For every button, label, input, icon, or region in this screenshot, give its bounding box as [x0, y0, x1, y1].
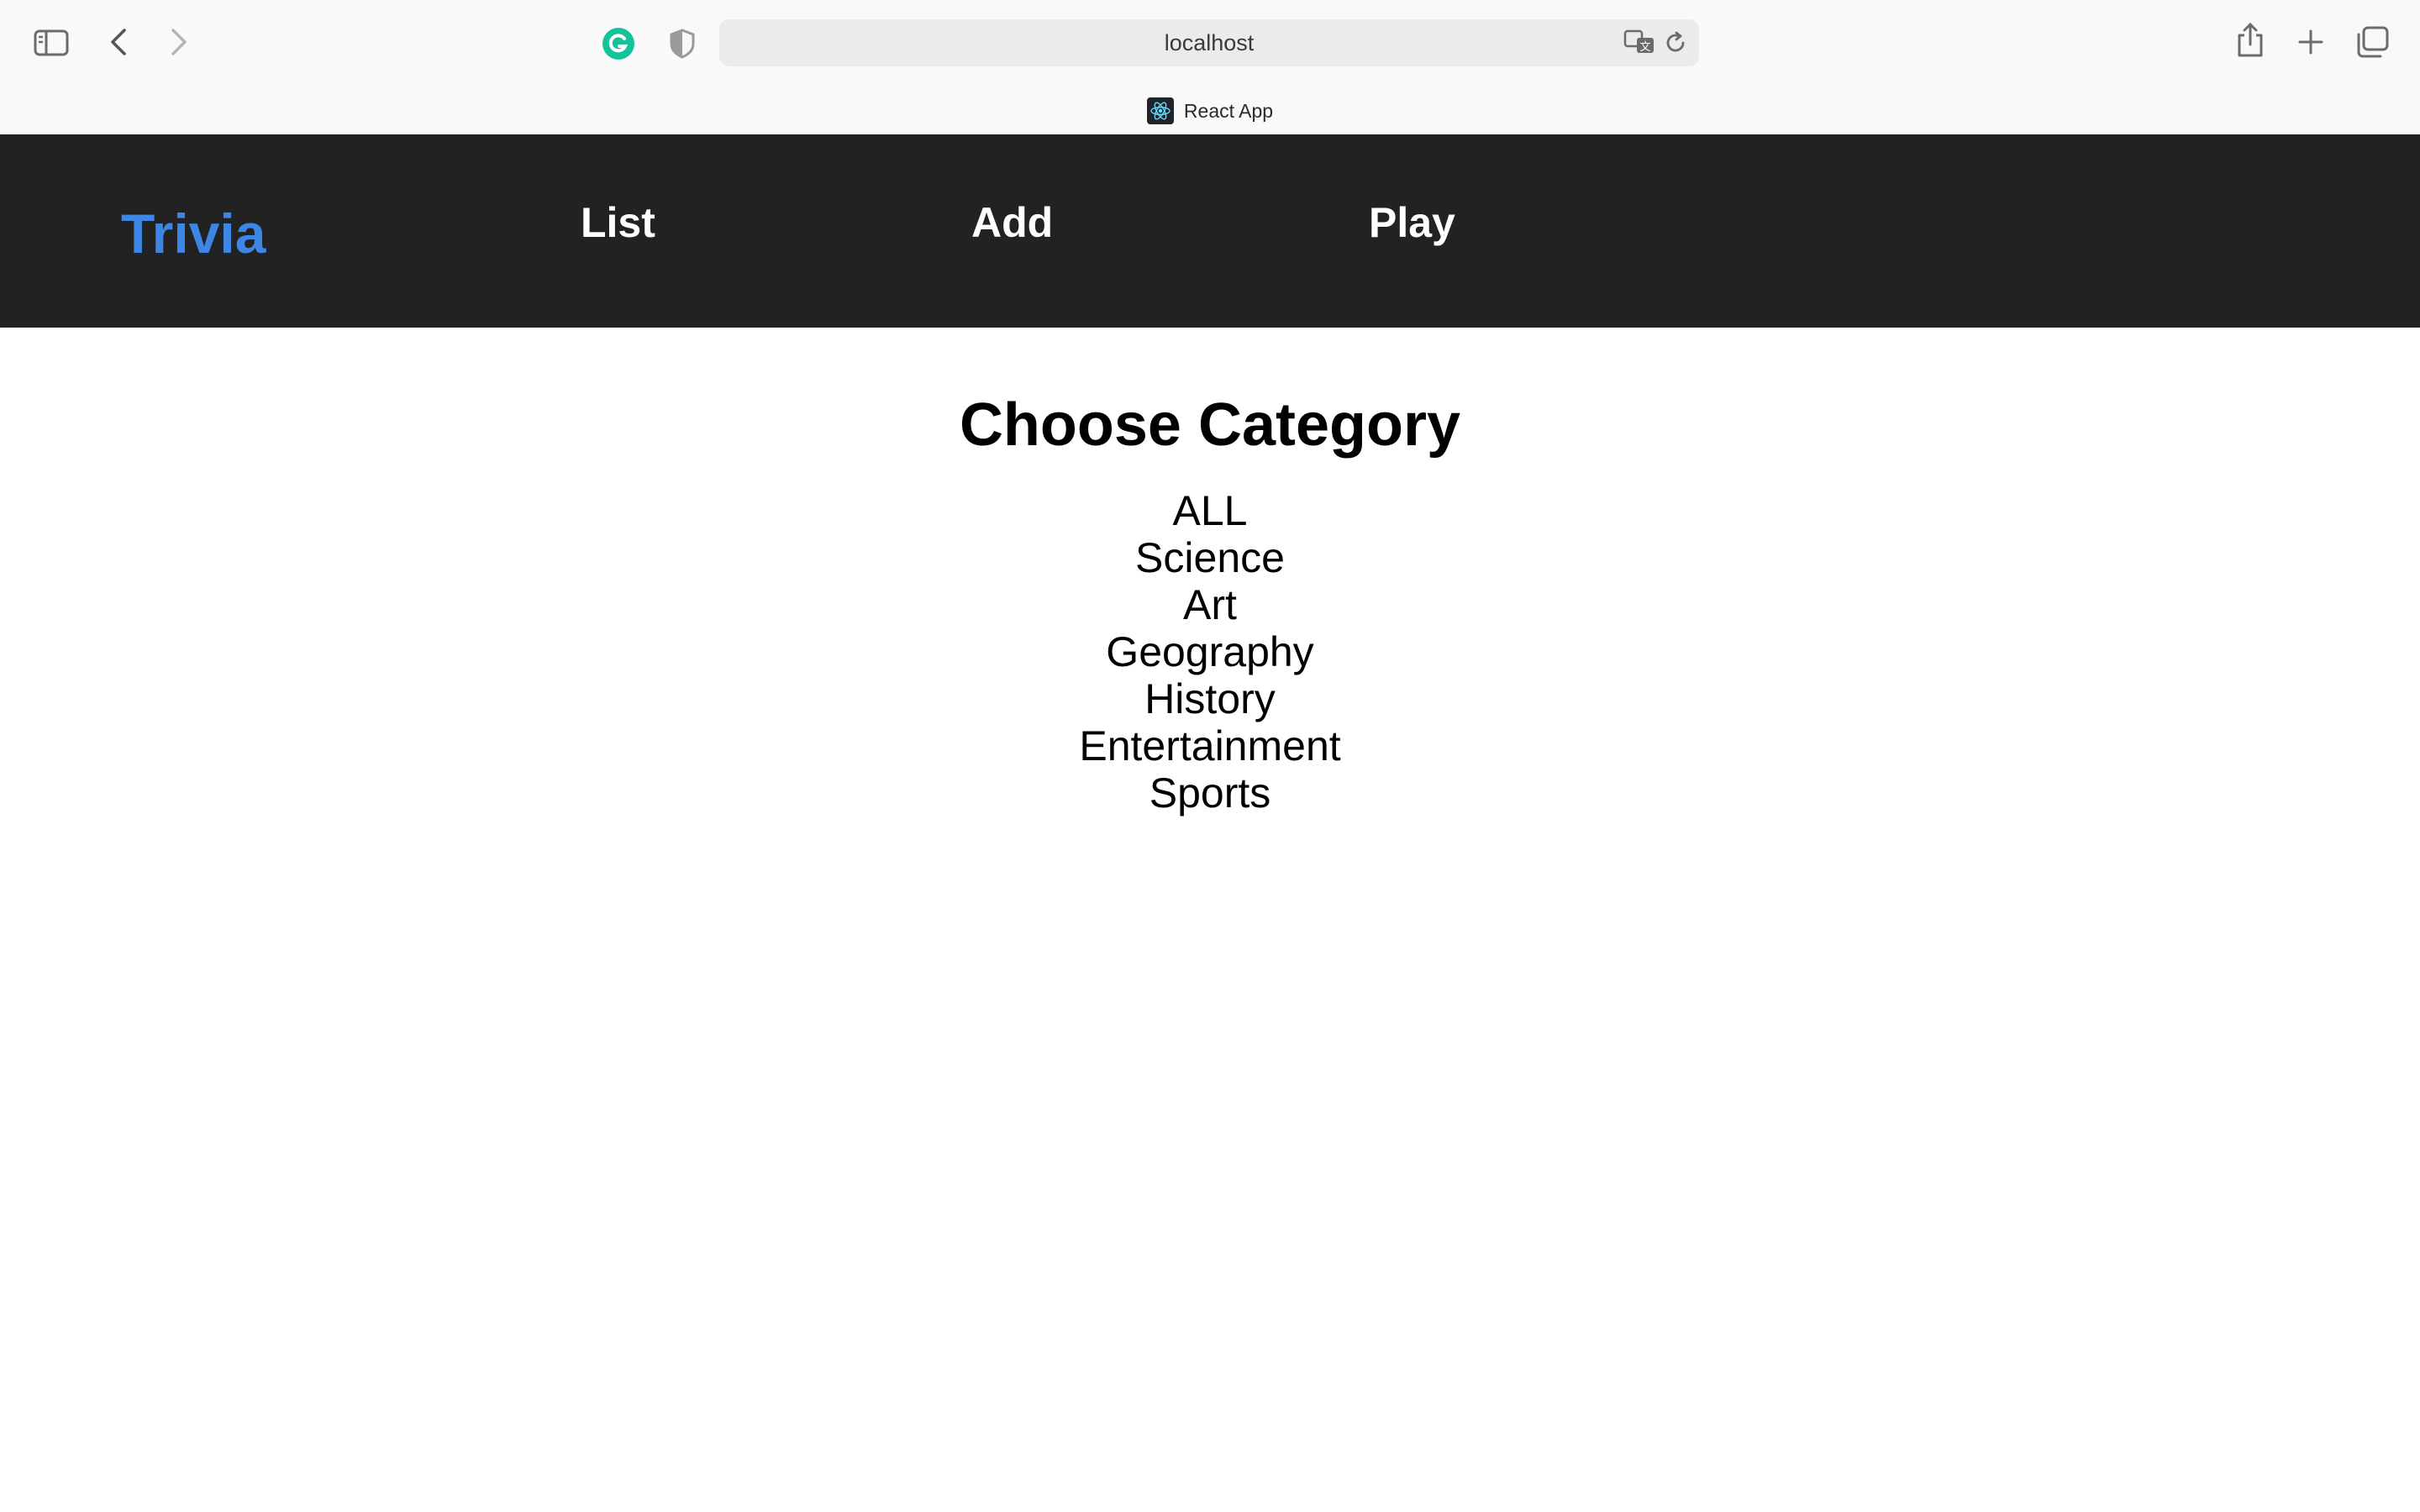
address-bar[interactable]: localhost 文 [719, 19, 1699, 66]
category-item-history[interactable]: History [0, 675, 2420, 722]
grammarly-icon[interactable] [602, 27, 635, 60]
share-icon[interactable] [2235, 22, 2265, 59]
tab-title-label: React App [1183, 99, 1274, 122]
category-item-all[interactable]: ALL [0, 487, 2420, 534]
shield-icon[interactable] [667, 27, 697, 60]
main-content: Choose Category ALL Science Art Geograph… [0, 328, 2420, 1512]
tabs-icon[interactable] [2354, 25, 2390, 59]
category-item-sports[interactable]: Sports [0, 769, 2420, 816]
chevron-right-icon[interactable] [166, 25, 192, 59]
category-item-entertainment[interactable]: Entertainment [0, 722, 2420, 769]
translate-icon[interactable]: 文 [1623, 29, 1657, 56]
nav-link-play[interactable]: Play [1369, 198, 1455, 247]
reload-icon[interactable] [1662, 29, 1689, 56]
nav-link-add[interactable]: Add [971, 198, 1053, 247]
category-item-science[interactable]: Science [0, 534, 2420, 581]
app-navbar: Trivia List Add Play [0, 134, 2420, 328]
plus-icon[interactable] [2294, 25, 2328, 59]
category-item-geography[interactable]: Geography [0, 628, 2420, 675]
react-icon [1146, 97, 1174, 124]
sidebar-icon[interactable] [34, 29, 69, 57]
svg-text:文: 文 [1639, 40, 1650, 53]
chevron-left-icon[interactable] [106, 25, 131, 59]
category-item-art[interactable]: Art [0, 581, 2420, 628]
active-tab[interactable]: React App [0, 94, 2420, 128]
nav-link-list[interactable]: List [581, 198, 655, 247]
brand-logo[interactable]: Trivia [121, 202, 266, 265]
address-text: localhost [1164, 29, 1255, 55]
browser-toolbar: localhost 文 React App [0, 0, 2420, 134]
page-title: Choose Category [959, 391, 1461, 459]
category-list: ALL Science Art Geography History Entert… [0, 487, 2420, 816]
